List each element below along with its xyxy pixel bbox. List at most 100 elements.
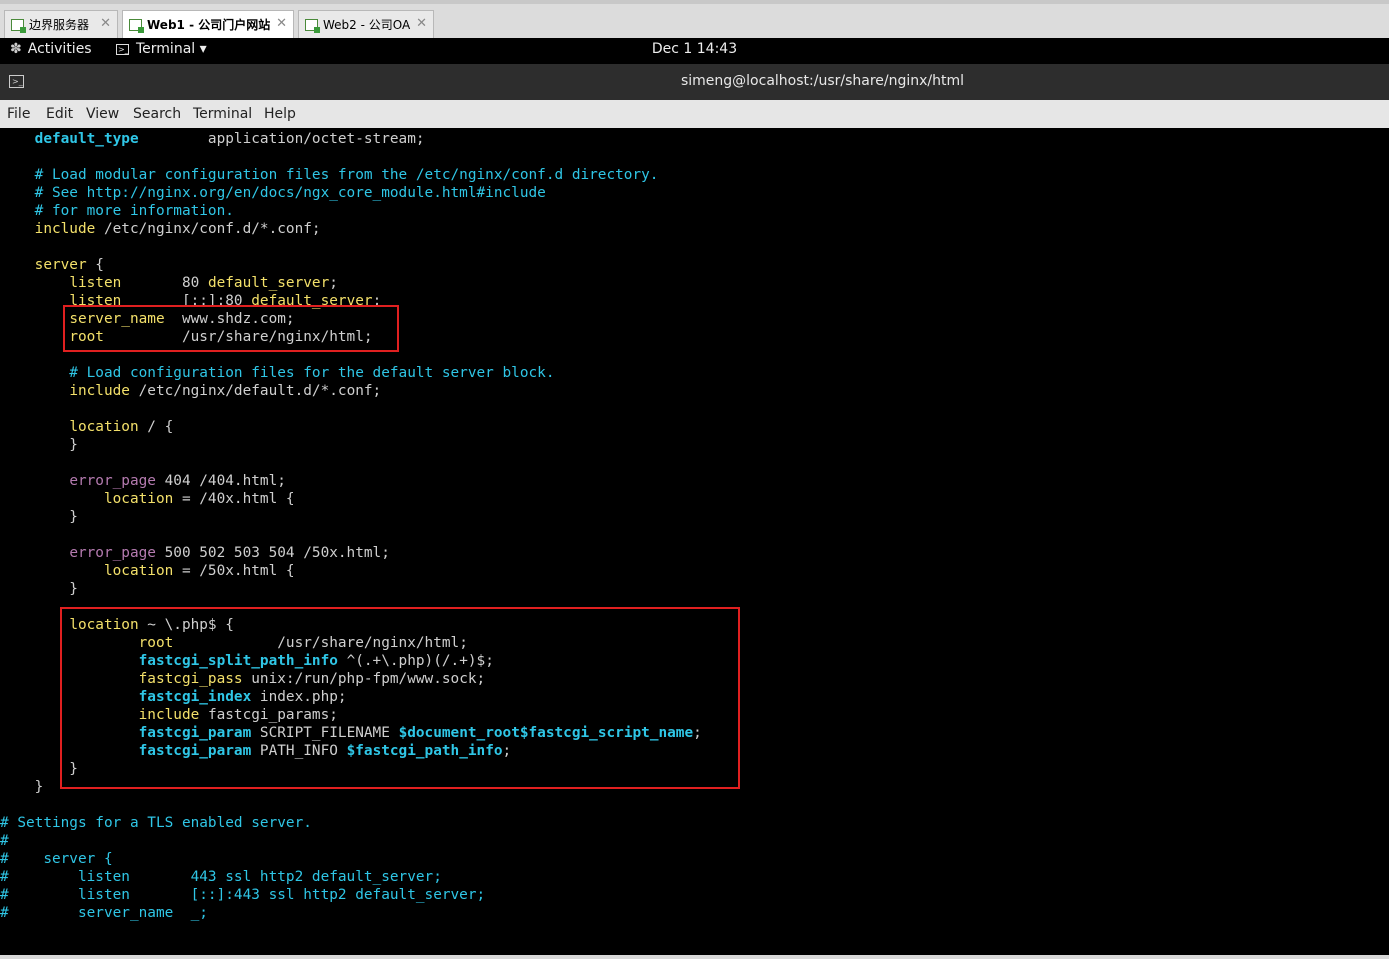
terminal-line: include /etc/nginx/default.d/*.conf; xyxy=(0,382,381,400)
tab-label: Web2 - 公司OA xyxy=(323,18,411,32)
window-title: simeng@localhost:/usr/share/nginx/html xyxy=(680,73,965,89)
browser-tab-bar: 边界服务器 ✕ Web1 - 公司门户网站 ✕ Web2 - 公司OA ✕ xyxy=(0,0,1389,38)
menu-file[interactable]: File xyxy=(7,106,30,122)
terminal-line: include /etc/nginx/conf.d/*.conf; xyxy=(0,220,321,238)
code-token: error_page xyxy=(69,473,156,489)
window-titlebar: >_ simeng@localhost:/usr/share/nginx/htm… xyxy=(0,64,1389,100)
gnome-top-bar: ✽ Activities >_ Terminal ▾ Dec 1 14:43 xyxy=(0,38,1389,64)
code-token: # Load modular configuration files from … xyxy=(0,167,659,183)
code-token: # server_name _; xyxy=(0,905,208,921)
activities-label: Activities xyxy=(27,41,92,57)
terminal-line: # Load configuration files for the defau… xyxy=(0,364,555,382)
code-token: # xyxy=(0,833,9,849)
terminal-app-menu[interactable]: >_ Terminal ▾ xyxy=(116,41,207,57)
terminal-line: } xyxy=(0,580,78,598)
menu-edit[interactable]: Edit xyxy=(46,106,73,122)
tab-web1[interactable]: Web1 - 公司门户网站 ✕ xyxy=(122,10,294,38)
terminal-line: server { xyxy=(0,256,104,274)
code-token: # server { xyxy=(0,851,113,867)
code-token: 404 /404.html; xyxy=(155,473,286,489)
bottom-border xyxy=(0,955,1389,959)
code-token: ; xyxy=(329,275,338,291)
code-token: # See http://nginx.org/en/docs/ngx_core_… xyxy=(0,185,546,201)
terminal-icon: >_ xyxy=(116,43,129,55)
code-token: default_type xyxy=(34,131,139,147)
close-icon[interactable]: ✕ xyxy=(276,16,287,31)
close-icon[interactable]: ✕ xyxy=(416,16,427,31)
code-token: = /50x.html { xyxy=(173,563,295,579)
code-token: # for more information. xyxy=(0,203,234,219)
code-token: location xyxy=(103,491,174,507)
terminal-line: listen 80 default_server; xyxy=(0,274,338,292)
terminal-line: # server { xyxy=(0,850,113,868)
code-token: location xyxy=(69,419,139,435)
terminal-line: # Load modular configuration files from … xyxy=(0,166,659,184)
close-icon[interactable]: ✕ xyxy=(100,16,111,31)
code-token: /etc/nginx/default.d/*.conf; xyxy=(129,383,382,399)
code-token: # listen [::]:443 ssl http2 default_serv… xyxy=(0,887,486,903)
code-token: server xyxy=(34,257,87,273)
code-token: } xyxy=(0,779,44,795)
code-token: location xyxy=(103,563,174,579)
terminal-line: error_page 500 502 503 504 /50x.html; xyxy=(0,544,390,562)
menu-search[interactable]: Search xyxy=(133,106,181,122)
vm-icon xyxy=(129,18,144,33)
code-token: application/octet-stream; xyxy=(138,131,425,147)
code-token: default_server xyxy=(207,275,330,291)
terminal-line: # server_name _; xyxy=(0,904,208,922)
code-token: /etc/nginx/conf.d/*.conf; xyxy=(95,221,321,237)
terminal-line: # listen 443 ssl http2 default_server; xyxy=(0,868,442,886)
code-token: / { xyxy=(138,419,174,435)
vm-icon xyxy=(11,18,26,33)
terminal-line: # See http://nginx.org/en/docs/ngx_core_… xyxy=(0,184,546,202)
highlight-box-php-location xyxy=(60,607,740,789)
terminal-line: location / { xyxy=(0,418,173,436)
terminal-line: # listen [::]:443 ssl http2 default_serv… xyxy=(0,886,485,904)
code-token: } xyxy=(0,509,78,525)
code-token: listen xyxy=(69,275,122,291)
terminal-line: # Settings for a TLS enabled server. xyxy=(0,814,312,832)
code-token: include xyxy=(34,221,96,237)
terminal-line: } xyxy=(0,436,78,454)
menu-help[interactable]: Help xyxy=(264,106,296,122)
code-token: } xyxy=(0,437,78,453)
code-token: # Load configuration files for the defau… xyxy=(0,365,555,381)
terminal-text-area[interactable]: # server_name _; # listen [::]:443 ssl ht… xyxy=(0,128,1389,955)
tab-border-server[interactable]: 边界服务器 ✕ xyxy=(4,10,118,38)
code-token: # Settings for a TLS enabled server. xyxy=(0,815,312,831)
menu-view[interactable]: View xyxy=(86,106,119,122)
menu-bar: File Edit View Search Terminal Help xyxy=(0,100,1389,128)
terminal-menu-label: Terminal ▾ xyxy=(136,41,207,57)
tab-web2[interactable]: Web2 - 公司OA ✕ xyxy=(298,10,434,38)
code-token: 500 502 503 504 /50x.html; xyxy=(155,545,390,561)
vm-icon xyxy=(305,18,320,33)
activities-icon: ✽ xyxy=(10,41,22,57)
code-token: = /40x.html { xyxy=(173,491,295,507)
terminal-line: # xyxy=(0,832,9,850)
clock[interactable]: Dec 1 14:43 xyxy=(0,41,1389,57)
code-token: error_page xyxy=(69,545,156,561)
tab-label: 边界服务器 xyxy=(29,18,90,32)
highlight-box-server-name xyxy=(63,305,399,352)
terminal-line: } xyxy=(0,508,78,526)
code-token: } xyxy=(0,581,78,597)
terminal-line: } xyxy=(0,778,44,796)
menu-terminal[interactable]: Terminal xyxy=(193,106,252,122)
activities-button[interactable]: ✽ Activities xyxy=(10,41,92,57)
code-token: 80 xyxy=(121,275,208,291)
code-token: { xyxy=(86,257,104,273)
terminal-line: location = /40x.html { xyxy=(0,490,295,508)
